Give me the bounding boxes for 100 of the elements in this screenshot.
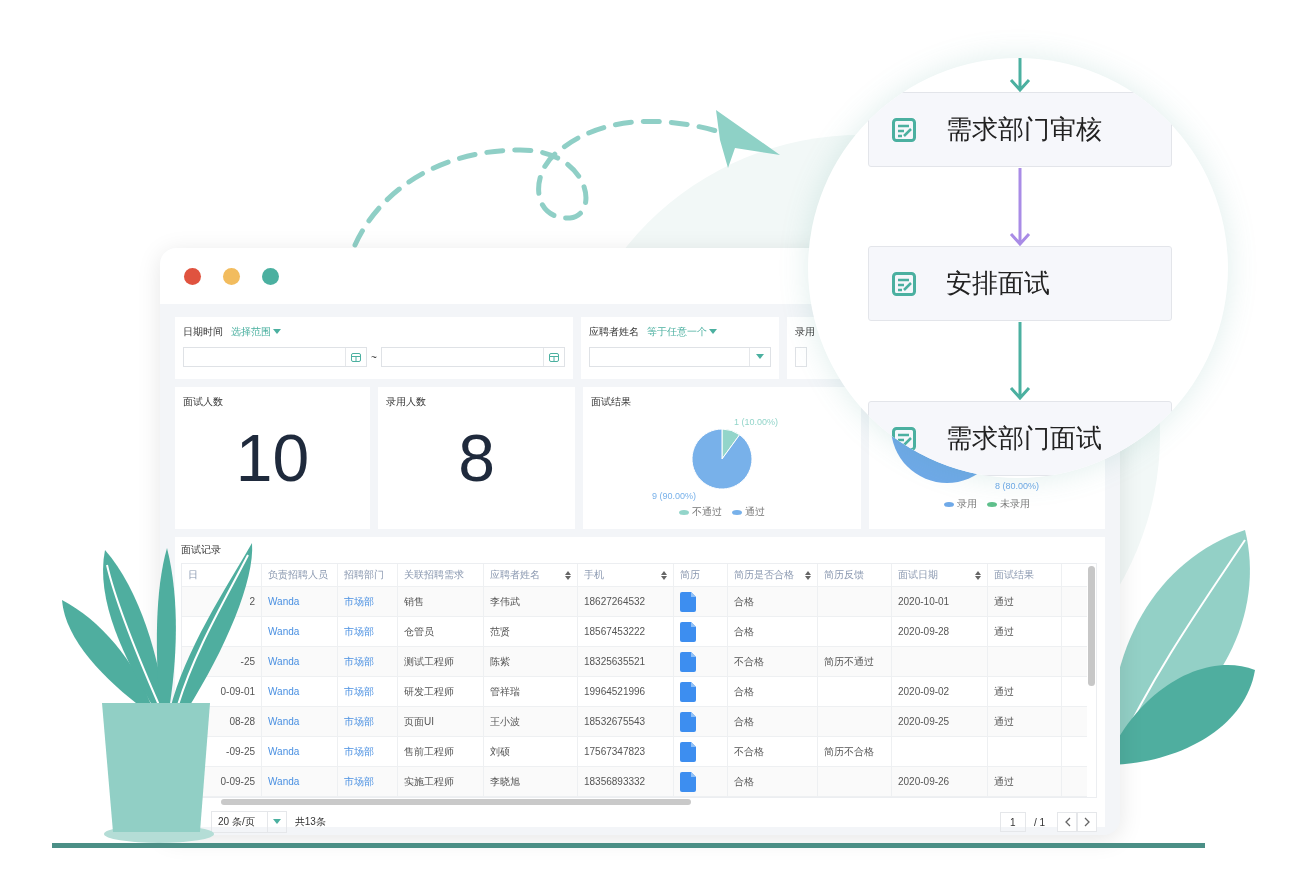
legend-label[interactable]: 录用 (957, 497, 977, 511)
legend-label[interactable]: 通过 (745, 505, 765, 519)
page-size-select[interactable]: 20 条/页 (211, 811, 287, 833)
input-field[interactable] (795, 347, 807, 367)
table-cell: 合格 (734, 684, 754, 699)
document-icon[interactable] (680, 771, 696, 792)
table-cell: 李晓旭 (490, 774, 520, 789)
table-cell: 售前工程师 (404, 744, 454, 759)
scrollbar[interactable] (221, 799, 691, 805)
stat-value: 8 (458, 425, 495, 491)
table-cell: 通过 (994, 594, 1014, 609)
window-control[interactable] (223, 267, 240, 285)
data-label: 9 (90.00%) (652, 491, 697, 501)
column-header[interactable]: 面试日期 (892, 564, 988, 586)
table-link[interactable]: Wanda (268, 596, 300, 607)
table-cell: 简历不通过 (824, 654, 874, 669)
table-cell: 通过 (994, 684, 1014, 699)
table-link[interactable]: 市场部 (344, 744, 374, 759)
window-control[interactable] (184, 267, 201, 285)
document-icon[interactable] (680, 681, 696, 702)
calendar-icon (351, 352, 362, 362)
table-cell: 简历不合格 (824, 744, 874, 759)
table-link[interactable]: Wanda (268, 656, 300, 667)
document-icon[interactable] (680, 741, 696, 762)
card-title: 面试结果 (591, 395, 631, 409)
table-cell: 18627264532 (584, 596, 646, 607)
filter-mode-dropdown[interactable]: 等于任意一个 (647, 325, 717, 339)
caret-icon (756, 354, 764, 360)
table-link[interactable]: Wanda (268, 716, 300, 727)
range-separator: ~ (371, 351, 377, 363)
column-header: 简历 (674, 564, 728, 586)
data-label: 8 (80.00%) (995, 481, 1040, 491)
column-header[interactable]: 应聘者姓名 (484, 564, 578, 586)
table-cell: 合格 (734, 624, 754, 639)
sort-icon (661, 570, 667, 580)
form-icon (892, 426, 916, 451)
chevron-right-icon (1083, 817, 1091, 827)
page-input[interactable]: 1 (999, 812, 1026, 832)
document-icon[interactable] (680, 711, 696, 732)
flow-node[interactable]: 需求部门审核 (868, 92, 1172, 167)
card-title: 录用人数 (386, 395, 426, 409)
scrollbar[interactable] (1088, 566, 1095, 686)
chevron-left-icon (1063, 817, 1071, 827)
date-field[interactable] (380, 347, 565, 367)
table-link[interactable]: Wanda (268, 776, 300, 787)
table-cell: 测试工程师 (404, 654, 454, 669)
table-link[interactable]: 市场部 (344, 624, 374, 639)
table-cell: 不合格 (734, 654, 764, 669)
table-cell: 仓管员 (404, 624, 434, 639)
table-link[interactable]: 市场部 (344, 714, 374, 729)
form-icon (892, 117, 916, 142)
total-count: 共13条 (294, 815, 326, 829)
next-page-button[interactable] (1077, 812, 1097, 832)
select-field[interactable] (589, 347, 771, 367)
table-cell: 0-09-01 (220, 686, 255, 697)
form-icon (892, 271, 916, 296)
caret-icon (709, 329, 717, 335)
stat-value: 10 (235, 425, 310, 491)
table-cell: 不合格 (734, 744, 764, 759)
table-cell: 合格 (734, 714, 754, 729)
legend-label[interactable]: 不通过 (692, 505, 722, 519)
table-cell: 2020-09-26 (898, 776, 950, 787)
date-field[interactable] (183, 347, 368, 367)
table-cell: 王小波 (490, 714, 520, 729)
table-cell: 19964521996 (584, 686, 646, 697)
table-cell: 2020-09-28 (898, 626, 950, 637)
legend-label[interactable]: 未录用 (1000, 497, 1030, 511)
document-icon[interactable] (680, 651, 696, 672)
table-link[interactable]: Wanda (268, 746, 300, 757)
table-link[interactable]: Wanda (268, 626, 300, 637)
table-cell: -09-25 (226, 746, 255, 757)
document-icon[interactable] (680, 591, 696, 612)
table-cell: 18567453222 (584, 626, 646, 637)
table-link[interactable]: 市场部 (344, 594, 374, 609)
table-link[interactable]: 市场部 (344, 774, 374, 789)
column-header: 关联招聘需求 (398, 564, 484, 586)
table-link[interactable]: 市场部 (344, 654, 374, 669)
table-cell: 销售 (404, 594, 424, 609)
sort-icon (565, 570, 571, 580)
table-cell: 2020-10-01 (898, 596, 950, 607)
column-header[interactable]: 手机 (578, 564, 674, 586)
previous-page-button[interactable] (1057, 812, 1077, 832)
table-link[interactable]: Wanda (268, 686, 300, 697)
window-control[interactable] (262, 267, 279, 285)
table-cell: 2020-09-02 (898, 686, 950, 697)
column-header[interactable]: 简历是否合格 (728, 564, 818, 586)
flow-node[interactable]: 安排面试 (868, 246, 1172, 321)
table-cell: 合格 (734, 774, 754, 789)
filter-mode-dropdown[interactable]: 选择范围 (231, 325, 281, 339)
table-cell: 范贤 (490, 624, 510, 639)
column-header: 简历反馈 (818, 564, 892, 586)
table-link[interactable]: 市场部 (344, 684, 374, 699)
document-icon[interactable] (680, 621, 696, 642)
card-title: 面试人数 (183, 395, 223, 409)
table-cell: 实施工程师 (404, 774, 454, 789)
table-cell: 08-28 (229, 716, 255, 727)
filter-label: 应聘者姓名 (589, 325, 639, 339)
column-header: 招聘部门 (338, 564, 398, 586)
table-cell: -25 (240, 656, 255, 667)
table-cell: 刘硕 (490, 744, 510, 759)
